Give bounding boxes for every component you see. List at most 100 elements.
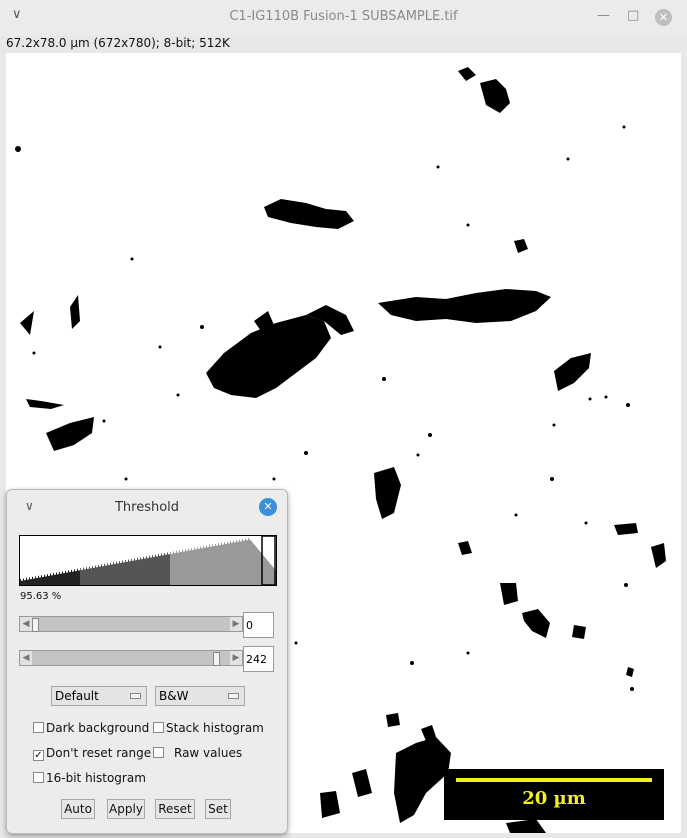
dont-reset-range-checkbox[interactable]: ✓ Don't reset range bbox=[33, 746, 151, 761]
histogram-bar bbox=[197, 547, 198, 585]
close-icon[interactable]: ✕ bbox=[655, 9, 672, 26]
dark-background-box[interactable] bbox=[33, 722, 44, 733]
histogram-bar bbox=[79, 570, 80, 585]
histogram-bar bbox=[193, 549, 194, 585]
histogram-bar bbox=[21, 580, 22, 585]
dont-reset-range-label: Don't reset range bbox=[46, 746, 152, 760]
histogram-bar bbox=[166, 554, 167, 585]
histogram-bar bbox=[87, 568, 88, 585]
histogram-bar bbox=[162, 555, 163, 585]
histogram-bar bbox=[98, 564, 99, 585]
reset-button[interactable]: Reset bbox=[155, 799, 195, 819]
method-select[interactable]: Default bbox=[51, 686, 147, 706]
histogram-bar bbox=[113, 562, 114, 585]
lower-threshold-value[interactable]: 0 bbox=[243, 612, 274, 638]
histogram-bar bbox=[124, 562, 125, 585]
histogram-bar bbox=[211, 546, 212, 585]
histogram-bar bbox=[264, 556, 265, 585]
histogram-bar bbox=[206, 545, 207, 585]
histogram-bar bbox=[249, 539, 250, 585]
minimize-icon[interactable]: — bbox=[597, 8, 610, 23]
histogram-bar bbox=[210, 546, 211, 585]
histogram-bar bbox=[205, 547, 206, 585]
histogram-bar bbox=[50, 573, 51, 585]
histogram-bar bbox=[240, 541, 241, 585]
histogram-bar bbox=[199, 548, 200, 585]
histogram-bar bbox=[271, 565, 272, 585]
histogram-bar bbox=[260, 552, 261, 585]
dark-background-checkbox[interactable]: Dark background bbox=[33, 721, 149, 735]
histogram-bar bbox=[68, 570, 69, 585]
histogram-bar bbox=[202, 548, 203, 585]
raw-values-checkbox[interactable]: Raw values bbox=[153, 746, 242, 760]
histogram-bar bbox=[114, 564, 115, 585]
stack-histogram-box[interactable] bbox=[153, 722, 164, 733]
histogram-bar bbox=[95, 565, 96, 585]
histogram-bar bbox=[187, 550, 188, 585]
histogram-bar bbox=[157, 556, 158, 585]
histogram-bar bbox=[152, 555, 153, 585]
histogram-bar bbox=[60, 573, 61, 585]
histogram-bar bbox=[221, 542, 222, 585]
apply-button[interactable]: Apply bbox=[107, 799, 145, 819]
histogram-bar bbox=[223, 544, 224, 585]
histogram-bar bbox=[126, 561, 127, 585]
histogram-bar bbox=[40, 577, 41, 585]
histogram-bar bbox=[266, 559, 267, 585]
histogram-bar bbox=[222, 544, 223, 585]
histogram-bar bbox=[53, 573, 54, 585]
dont-reset-range-box[interactable]: ✓ bbox=[33, 750, 44, 761]
16bit-histogram-box[interactable] bbox=[33, 772, 44, 783]
histogram-bar bbox=[128, 559, 129, 585]
method-select-indicator bbox=[130, 693, 141, 699]
dialog-title: Threshold bbox=[114, 500, 180, 515]
histogram-bar bbox=[191, 548, 192, 585]
lower-slider-left-arrow[interactable]: ◀ bbox=[20, 617, 32, 631]
histogram-bar bbox=[116, 561, 117, 585]
maximize-icon[interactable]: □ bbox=[627, 8, 639, 23]
histogram-bar bbox=[212, 544, 213, 585]
16bit-histogram-checkbox[interactable]: 16-bit histogram bbox=[33, 771, 146, 785]
histogram-bar bbox=[82, 569, 83, 585]
histogram-bar bbox=[196, 549, 197, 585]
upper-slider-thumb[interactable] bbox=[213, 652, 221, 666]
histogram-bar bbox=[175, 553, 176, 585]
histogram-bar bbox=[59, 571, 60, 585]
upper-threshold-slider[interactable]: ◀ ▶ bbox=[19, 650, 243, 666]
display-mode-select[interactable]: B&W bbox=[155, 686, 245, 706]
upper-slider-right-arrow[interactable]: ▶ bbox=[230, 651, 242, 665]
histogram-bar bbox=[168, 554, 169, 585]
histogram-bar bbox=[143, 556, 144, 585]
histogram-bar bbox=[136, 560, 137, 585]
histogram-bar bbox=[72, 571, 73, 585]
histogram-bar bbox=[155, 554, 156, 585]
histogram-bar bbox=[257, 548, 258, 585]
histogram-bar bbox=[156, 556, 157, 585]
histogram-bar bbox=[250, 540, 251, 585]
auto-button[interactable]: Auto bbox=[61, 799, 95, 819]
histogram-bar bbox=[200, 546, 201, 585]
histogram-bar bbox=[246, 540, 247, 585]
histogram-bar bbox=[217, 545, 218, 585]
histogram-bar bbox=[33, 578, 34, 585]
histogram-bar bbox=[232, 542, 233, 585]
scale-bar-label: 20 µm bbox=[522, 788, 586, 809]
lower-slider-right-arrow[interactable]: ▶ bbox=[230, 617, 242, 631]
histogram-bar bbox=[41, 575, 42, 585]
histogram-bar bbox=[34, 578, 35, 585]
raw-values-box[interactable] bbox=[153, 747, 164, 758]
histogram-bar bbox=[270, 564, 271, 585]
histogram-bar bbox=[37, 577, 38, 585]
set-button[interactable]: Set bbox=[205, 799, 231, 819]
image-info: 67.2x78.0 µm (672x780); 8-bit; 512K bbox=[0, 36, 687, 53]
lower-slider-thumb[interactable] bbox=[32, 618, 39, 632]
histogram-bar bbox=[74, 569, 75, 585]
histogram-bar bbox=[73, 571, 74, 585]
lower-threshold-slider[interactable]: ◀ ▶ bbox=[19, 616, 243, 632]
upper-slider-left-arrow[interactable]: ◀ bbox=[20, 651, 32, 665]
stack-histogram-checkbox[interactable]: Stack histogram bbox=[153, 721, 264, 735]
histogram-bar bbox=[29, 577, 30, 585]
histogram-bar bbox=[131, 559, 132, 585]
dialog-close-icon[interactable]: ✕ bbox=[259, 498, 277, 516]
upper-threshold-value[interactable]: 242 bbox=[243, 646, 274, 672]
